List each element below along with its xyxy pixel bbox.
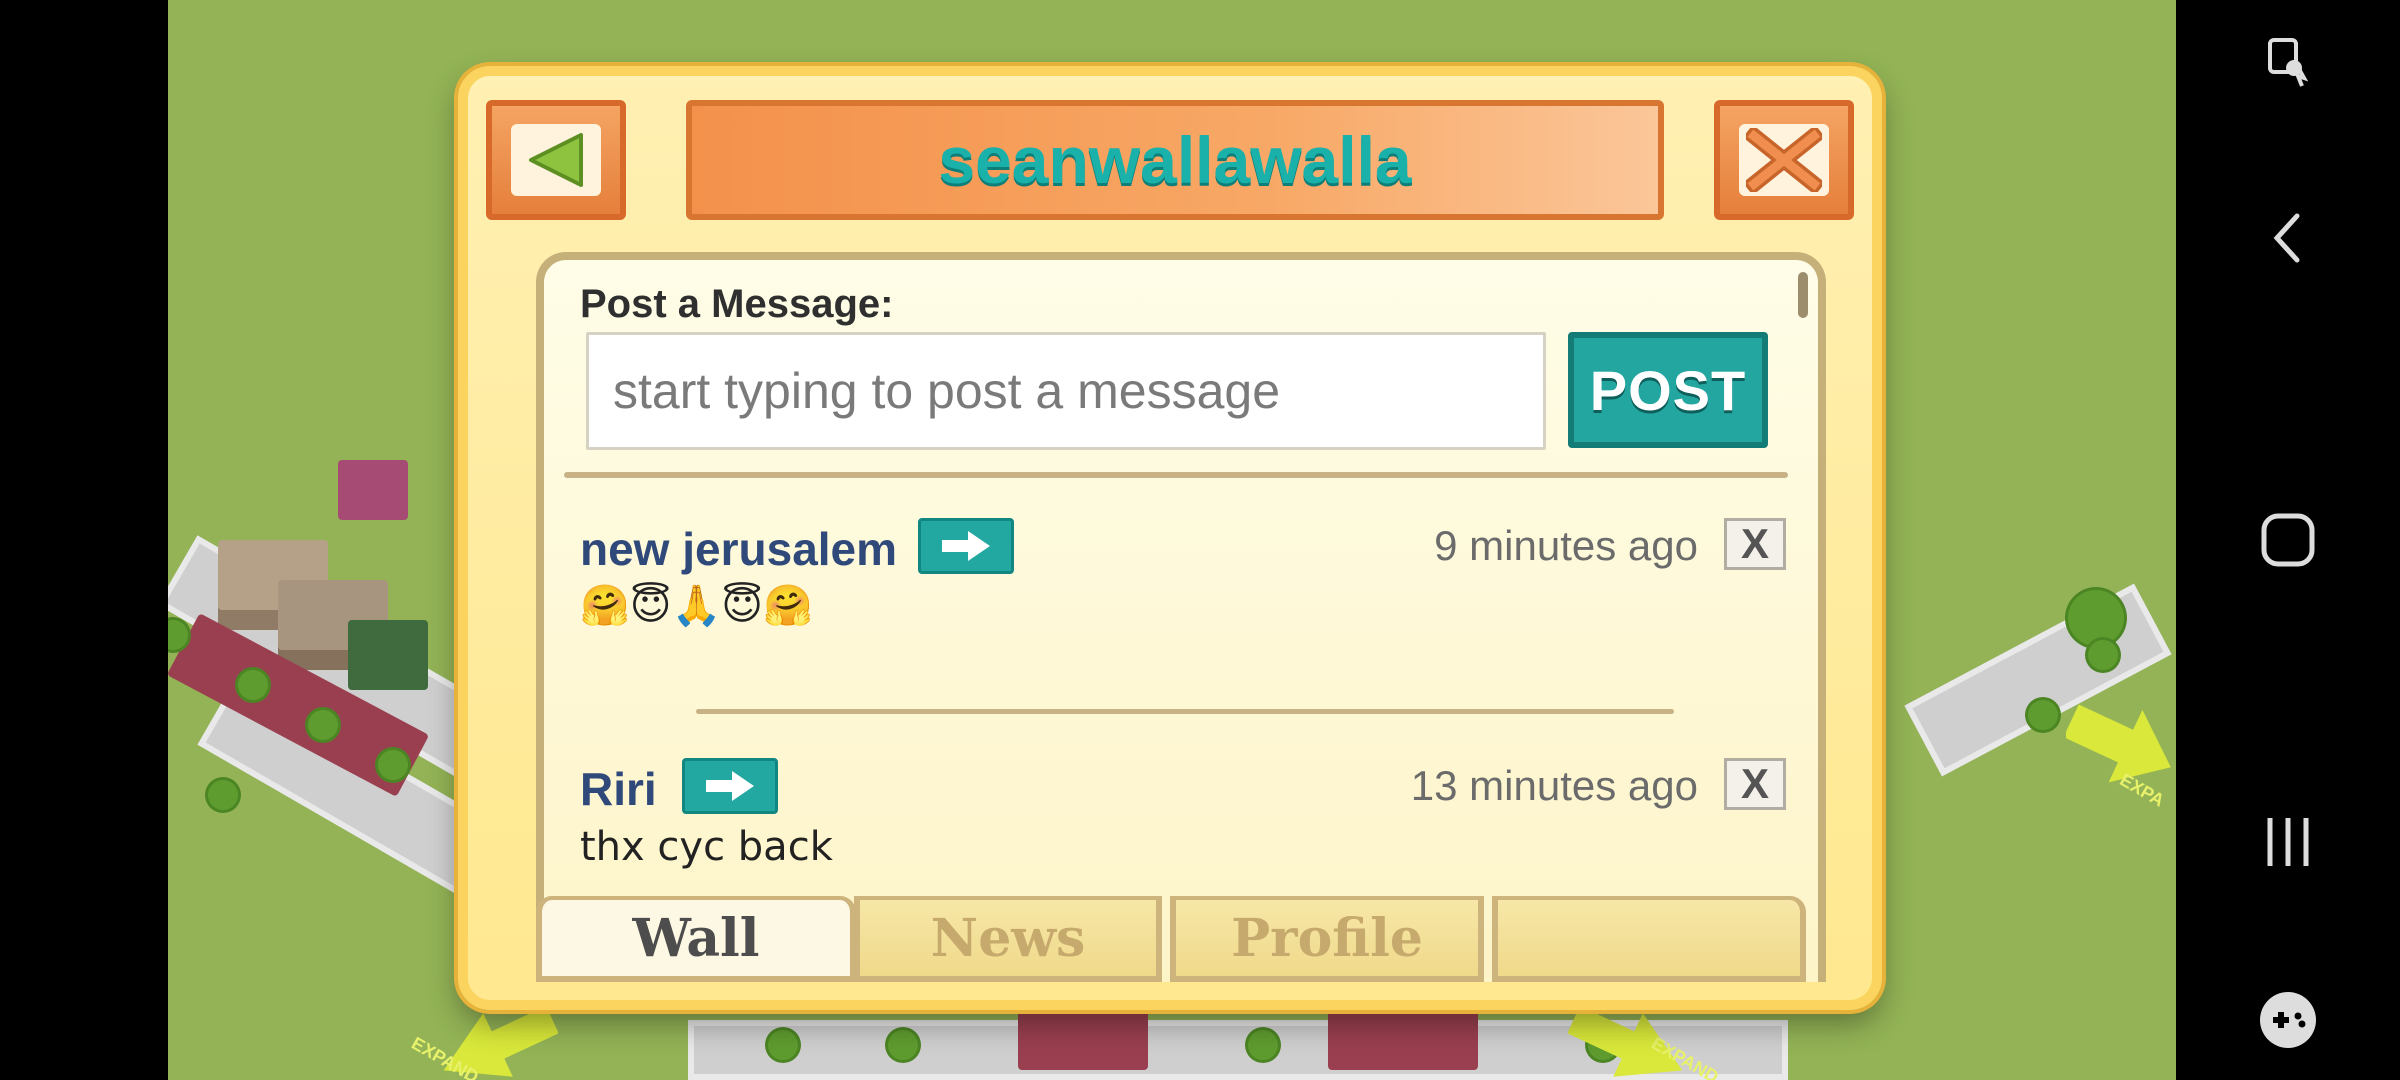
expand-arrow-right[interactable] <box>2066 704 2176 784</box>
nav-back-button[interactable] <box>2176 178 2400 298</box>
chevron-left-icon <box>2273 213 2300 263</box>
divider <box>564 472 1788 478</box>
tree <box>768 1030 798 1060</box>
tab-profile[interactable]: Profile <box>1170 896 1484 982</box>
game-tools-button[interactable] <box>2176 960 2400 1080</box>
screenshot-touch-icon <box>2268 38 2309 87</box>
nav-recents-button[interactable] <box>2176 782 2400 902</box>
title-bar: seanwallawalla <box>686 100 1664 220</box>
wall-panel: Post a Message: POST new jerusalem 9 min… <box>536 252 1826 982</box>
building <box>1328 1010 1478 1070</box>
tab-bar: Wall News Profile <box>536 896 1826 982</box>
building <box>338 460 408 520</box>
scrollbar-thumb[interactable] <box>1798 272 1808 318</box>
visit-city-button[interactable] <box>918 518 1014 574</box>
screenshot-touch-button[interactable] <box>2176 0 2400 120</box>
post-button[interactable]: POST <box>1568 332 1768 448</box>
delete-post-button[interactable]: X <box>1724 758 1786 810</box>
arrow-right-icon <box>942 531 990 561</box>
delete-post-button[interactable]: X <box>1724 518 1786 570</box>
tree <box>308 710 338 740</box>
post-author[interactable]: new jerusalem <box>580 522 897 576</box>
tab-news[interactable]: News <box>854 896 1162 982</box>
nav-home-button[interactable] <box>2176 480 2400 600</box>
close-x-icon <box>1746 128 1822 192</box>
building <box>348 620 428 690</box>
tree <box>2028 700 2058 730</box>
message-input[interactable] <box>586 332 1546 450</box>
post-body: 🤗😇🙏😇🤗 <box>580 583 813 629</box>
profile-name-title: seanwallawalla <box>938 123 1412 197</box>
visit-city-button[interactable] <box>682 758 778 814</box>
close-button[interactable] <box>1714 100 1854 220</box>
post-timestamp: 13 minutes ago <box>1410 762 1698 809</box>
tree <box>238 670 268 700</box>
post-timestamp: 9 minutes ago <box>1434 522 1698 569</box>
close-button-face <box>1739 124 1829 196</box>
tree <box>378 750 408 780</box>
profile-dialog: seanwallawalla Post a Message: POST new … <box>458 66 1882 1010</box>
post-message-label: Post a Message: <box>580 282 894 326</box>
tab-empty <box>1492 896 1806 982</box>
tab-wall[interactable]: Wall <box>536 896 856 982</box>
back-triangle-icon <box>529 133 583 187</box>
tree <box>208 780 238 810</box>
tree <box>888 1030 918 1060</box>
home-square-icon <box>2261 513 2315 567</box>
gamepad-icon <box>2260 992 2316 1048</box>
tree <box>2068 590 2124 646</box>
back-button[interactable] <box>486 100 626 220</box>
divider <box>696 709 1674 714</box>
tree <box>2088 640 2118 670</box>
arrow-right-icon <box>706 771 754 801</box>
building <box>1018 1010 1148 1070</box>
recents-icon <box>2267 818 2309 866</box>
system-nav-bar <box>2176 0 2400 1080</box>
post-author[interactable]: Riri <box>580 762 657 816</box>
tree <box>1248 1030 1278 1060</box>
back-button-face <box>511 124 601 196</box>
post-body: thx cyc back <box>580 824 833 870</box>
